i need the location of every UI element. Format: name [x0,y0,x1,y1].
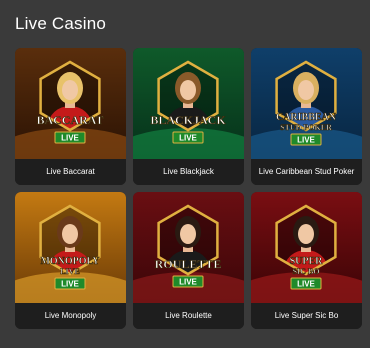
game-logo-text: BACCARAT [36,113,103,127]
game-card-live-baccarat[interactable]: BACCARAT LIVE Live Baccarat [15,48,126,185]
game-title: Live Monopoly [15,303,126,329]
game-thumbnail: CARIBBEAN STUD POKER LIVE [251,48,362,159]
thumbnail-art: MONOPOLYLIVELIVE [15,192,126,303]
game-logo-text: BLACKJACK [150,113,226,127]
game-title: Live Roulette [133,303,244,329]
game-title: Live Super Sic Bo [251,303,362,329]
thumbnail-art: BACCARAT LIVE [15,48,126,159]
game-card-live-monopoly[interactable]: MONOPOLY LIVE LIVE Live Monopoly [15,192,126,329]
live-badge: LIVE [172,275,204,288]
game-thumbnail: SUPER SIC BO LIVE [251,192,362,303]
live-badge-label: LIVE [61,280,79,289]
game-thumbnail: ROULETTE LIVE [133,192,244,303]
game-thumbnail: BLACKJACK LIVE [133,48,244,159]
game-logo-text: ROULETTE [155,257,222,271]
live-badge: LIVE [172,131,204,144]
game-thumbnail: MONOPOLY LIVE LIVE [15,192,126,303]
game-title: Live Baccarat [15,159,126,185]
game-card-live-roulette[interactable]: ROULETTE LIVE Live Roulette [133,192,244,329]
live-badge-label: LIVE [179,278,197,287]
game-title: Live Blackjack [133,159,244,185]
game-card-live-caribbean-stud-poker[interactable]: CARIBBEAN STUD POKER LIVE Live Caribbean S… [251,48,362,185]
game-logo-text: CARIBBEAN [276,112,337,123]
game-title: Live Caribbean Stud Poker [251,159,362,185]
live-badge-label: LIVE [179,134,197,143]
game-logo-text: SIC BO [293,267,320,276]
section-title: Live Casino [15,14,107,33]
game-thumbnail: BACCARAT LIVE [15,48,126,159]
game-card-live-blackjack[interactable]: BLACKJACK LIVE Live Blackjack [133,48,244,185]
game-card-live-super-sic-bo[interactable]: SUPER SIC BO LIVE Live Super Sic Bo [251,192,362,329]
game-logo-text: LIVE [60,267,80,276]
live-badge-label: LIVE [297,136,315,145]
thumbnail-art: ROULETTE LIVE [133,192,244,303]
game-logo-text: SUPER [290,256,324,267]
thumbnail-art: CARIBBEANSTUD POKER LIVE [251,48,362,159]
thumbnail-art: BLACKJACK LIVE [133,48,244,159]
live-badge-label: LIVE [297,280,315,289]
live-badge: LIVE [54,277,86,290]
game-logo-text: MONOPOLY [40,256,100,267]
live-badge: LIVE [290,277,322,290]
live-badge: LIVE [290,133,322,146]
live-badge: LIVE [54,131,86,144]
live-badge-label: LIVE [61,134,79,143]
thumbnail-art: SUPERSIC BO LIVE [251,192,362,303]
game-grid: BACCARAT LIVE Live Baccarat BLACKJACK LIVE… [15,48,370,348]
game-logo-text: STUD POKER [280,123,332,132]
